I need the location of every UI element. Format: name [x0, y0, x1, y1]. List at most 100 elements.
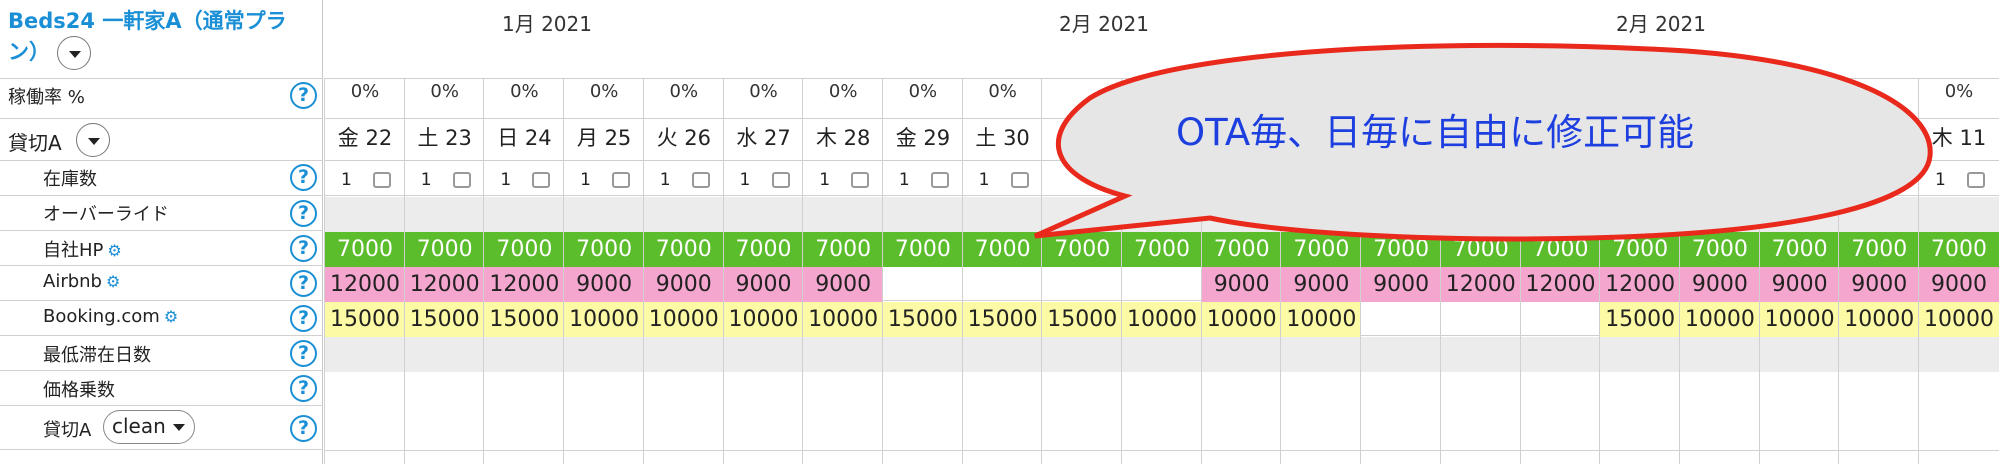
booking-price-cell[interactable]: 10000: [643, 302, 724, 337]
airbnb-price-cell[interactable]: 9000: [643, 267, 724, 302]
inventory-cell[interactable]: 1: [484, 163, 564, 197]
lock-icon[interactable]: [612, 172, 631, 188]
min-stay-cell[interactable]: [723, 337, 804, 372]
inventory-cell[interactable]: 1: [564, 163, 644, 197]
min-stay-cell[interactable]: [1042, 337, 1123, 372]
inventory-cell[interactable]: 1: [724, 163, 804, 197]
multiplier-cell[interactable]: [882, 372, 963, 407]
own-hp-price-cell[interactable]: 7000: [404, 232, 485, 267]
lock-icon[interactable]: [1010, 172, 1029, 188]
clean-option-select[interactable]: clean: [103, 410, 195, 444]
airbnb-price-cell[interactable]: 12000: [484, 267, 565, 302]
lock-icon[interactable]: [452, 172, 471, 188]
occupancy-help-icon[interactable]: ?: [290, 82, 317, 109]
booking-help-icon[interactable]: ?: [290, 305, 317, 332]
lock-icon[interactable]: [691, 172, 710, 188]
booking-price-cell[interactable]: 15000: [484, 302, 565, 337]
property-dropdown-button[interactable]: [57, 36, 92, 70]
min-stay-cell[interactable]: [484, 337, 565, 372]
inventory-cell[interactable]: 1: [325, 163, 405, 197]
override-help-icon[interactable]: ?: [290, 200, 317, 227]
min-stay-cell[interactable]: [1201, 337, 1282, 372]
channel-settings-icon[interactable]: ⚙: [164, 307, 178, 326]
room-dropdown-button[interactable]: [76, 123, 110, 157]
booking-price-cell[interactable]: 10000: [564, 302, 645, 337]
own-hp-help-icon[interactable]: ?: [290, 235, 317, 262]
min-stay-cell[interactable]: [1600, 337, 1681, 372]
airbnb-price-cell[interactable]: [883, 267, 963, 302]
override-cell[interactable]: [643, 197, 724, 232]
airbnb-help-icon[interactable]: ?: [290, 270, 317, 297]
multiplier-cell[interactable]: [404, 372, 485, 407]
own-hp-price-cell[interactable]: 7000: [643, 232, 724, 267]
booking-price-cell[interactable]: 10000: [723, 302, 804, 337]
min-stay-cell[interactable]: [1520, 337, 1601, 372]
min-stay-cell[interactable]: [1919, 337, 1999, 372]
override-cell[interactable]: [723, 197, 804, 232]
min-stay-cell[interactable]: [325, 337, 405, 372]
override-cell[interactable]: [803, 197, 884, 232]
multiplier-cell[interactable]: [1839, 372, 1920, 407]
booking-price-cell[interactable]: 15000: [325, 302, 405, 337]
channel-settings-icon[interactable]: ⚙: [107, 241, 121, 260]
lock-icon[interactable]: [851, 172, 870, 188]
multiplier-cell[interactable]: [1122, 372, 1202, 407]
override-cell[interactable]: [882, 197, 963, 232]
multiplier-cell[interactable]: [1520, 372, 1601, 407]
airbnb-price-cell[interactable]: 12000: [325, 267, 405, 302]
room-clean-help-icon[interactable]: ?: [290, 415, 317, 442]
airbnb-price-cell[interactable]: 12000: [404, 267, 485, 302]
own-hp-price-cell[interactable]: 7000: [564, 232, 645, 267]
min-stay-cell[interactable]: [1361, 337, 1442, 372]
booking-price-cell[interactable]: 10000: [803, 302, 884, 337]
own-hp-price-cell[interactable]: 7000: [803, 232, 884, 267]
min-stay-cell[interactable]: [564, 337, 645, 372]
override-cell[interactable]: [564, 197, 645, 232]
lock-icon[interactable]: [1967, 172, 1985, 188]
multiplier-cell[interactable]: [1201, 372, 1282, 407]
lock-icon[interactable]: [771, 172, 790, 188]
multiplier-cell[interactable]: [1281, 372, 1362, 407]
multiplier-cell[interactable]: [723, 372, 804, 407]
multiplier-cell[interactable]: [803, 372, 884, 407]
min-stay-cell[interactable]: [1679, 337, 1760, 372]
min-stay-cell[interactable]: [404, 337, 485, 372]
multiplier-cell[interactable]: [325, 372, 405, 407]
override-cell[interactable]: [404, 197, 485, 232]
min-stay-help-icon[interactable]: ?: [290, 340, 317, 367]
inventory-cell[interactable]: 1: [644, 163, 724, 197]
airbnb-price-cell[interactable]: 9000: [803, 267, 884, 302]
inventory-cell[interactable]: 1: [883, 163, 963, 197]
multiplier-cell[interactable]: [962, 372, 1043, 407]
booking-price-cell[interactable]: 15000: [882, 302, 963, 337]
override-cell[interactable]: [325, 197, 405, 232]
inventory-cell[interactable]: 1: [405, 163, 485, 197]
multiplier-cell[interactable]: [1759, 372, 1840, 407]
own-hp-price-cell[interactable]: 7000: [484, 232, 565, 267]
lock-icon[interactable]: [532, 172, 551, 188]
multiplier-cell[interactable]: [1600, 372, 1681, 407]
min-stay-cell[interactable]: [1839, 337, 1920, 372]
min-stay-cell[interactable]: [962, 337, 1043, 372]
booking-price-cell[interactable]: 15000: [404, 302, 485, 337]
lock-icon[interactable]: [930, 172, 949, 188]
multiplier-cell[interactable]: [1042, 372, 1123, 407]
min-stay-cell[interactable]: [882, 337, 963, 372]
min-stay-cell[interactable]: [1440, 337, 1521, 372]
own-hp-price-cell[interactable]: 7000: [882, 232, 963, 267]
min-stay-cell[interactable]: [643, 337, 724, 372]
multiplier-cell[interactable]: [484, 372, 565, 407]
inventory-help-icon[interactable]: ?: [290, 164, 317, 191]
property-title-text[interactable]: Beds24 一軒家A（通常プラン）: [8, 9, 287, 64]
multiplier-help-icon[interactable]: ?: [290, 375, 317, 402]
airbnb-price-cell[interactable]: 9000: [723, 267, 804, 302]
multiplier-cell[interactable]: [564, 372, 645, 407]
lock-icon[interactable]: [373, 172, 391, 188]
multiplier-cell[interactable]: [1361, 372, 1442, 407]
multiplier-cell[interactable]: [1440, 372, 1521, 407]
min-stay-cell[interactable]: [1281, 337, 1362, 372]
own-hp-price-cell[interactable]: 7000: [723, 232, 804, 267]
inventory-cell[interactable]: 1: [803, 163, 883, 197]
multiplier-cell[interactable]: [1679, 372, 1760, 407]
min-stay-cell[interactable]: [1122, 337, 1202, 372]
